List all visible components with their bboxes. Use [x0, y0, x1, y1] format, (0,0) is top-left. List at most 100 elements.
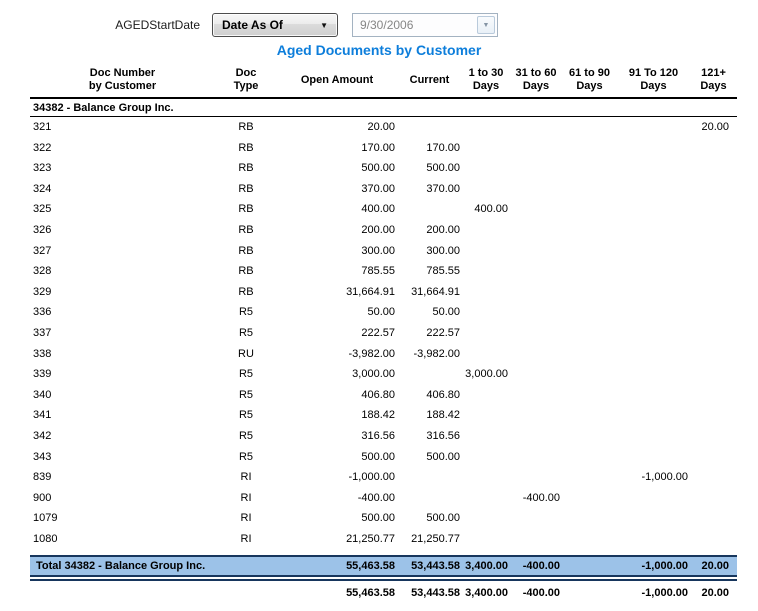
cell-1-to-30-days	[462, 302, 510, 323]
cell-open-amount: 222.57	[361, 326, 395, 339]
cell-doc-number: 839	[33, 471, 52, 484]
cell-61-to-90-days	[562, 508, 617, 529]
cell-1-to-30-days	[462, 447, 510, 468]
column-header-open-amount: Open Amount	[300, 73, 374, 86]
cell-doc-type: RB	[238, 285, 254, 298]
cell-1-to-30-days: 3,000.00	[465, 368, 508, 381]
cell-doc-type: RB	[238, 203, 254, 216]
cell-1-to-30-days	[462, 467, 510, 488]
cell-doc-type: RI	[240, 471, 252, 484]
date-operator-select[interactable]: Date As Of ▼	[212, 13, 338, 37]
cell-open-amount: -1,000.00	[348, 471, 395, 484]
cell-61-to-90-days	[562, 488, 617, 509]
cell-121-plus-days	[690, 344, 737, 365]
cell-current	[397, 467, 462, 488]
grand-total-1-to-30-days: 3,400.00	[465, 587, 508, 600]
total-1-to-30-days: 3,400.00	[465, 560, 508, 573]
cell-31-to-60-days	[510, 467, 562, 488]
cell-31-to-60-days	[510, 158, 562, 179]
group-header: 34382 - Balance Group Inc.	[30, 99, 737, 117]
cell-doc-type: R5	[238, 306, 254, 319]
cell-91-to-120-days	[617, 220, 690, 241]
cell-doc-number: 327	[33, 244, 52, 257]
date-picker-button[interactable]: ▼	[477, 16, 495, 34]
grand-total-121-plus-days: 20.00	[701, 587, 729, 600]
date-operator-value: Date As Of	[222, 18, 283, 32]
cell-91-to-120-days	[617, 117, 690, 138]
cell-current: 170.00	[426, 141, 460, 154]
column-header-current: Current	[409, 73, 450, 86]
cell-1-to-30-days	[462, 344, 510, 365]
cell-61-to-90-days	[562, 426, 617, 447]
table-row: 339 R5 3,000.00 3,000.00	[30, 364, 737, 385]
cell-1-to-30-days	[462, 241, 510, 262]
cell-current: 500.00	[426, 512, 460, 525]
cell-current: 31,664.91	[411, 285, 460, 298]
table-row: 321 RB 20.00 20.00	[30, 117, 737, 138]
cell-61-to-90-days	[562, 117, 617, 138]
cell-121-plus-days	[690, 385, 737, 406]
cell-doc-type: RB	[238, 182, 254, 195]
table-row: 325 RB 400.00 400.00	[30, 199, 737, 220]
cell-doc-number: 329	[33, 285, 52, 298]
report-title: Aged Documents by Customer	[276, 42, 482, 58]
cell-31-to-60-days	[510, 323, 562, 344]
cell-current: 222.57	[426, 326, 460, 339]
table-row: 328 RB 785.55 785.55	[30, 261, 737, 282]
cell-doc-type: R5	[238, 388, 254, 401]
cell-61-to-90-days	[562, 467, 617, 488]
cell-31-to-60-days	[510, 261, 562, 282]
cell-1-to-30-days	[462, 282, 510, 303]
cell-current: 21,250.77	[411, 532, 460, 545]
cell-doc-number: 340	[33, 388, 52, 401]
cell-1-to-30-days	[462, 508, 510, 529]
cell-61-to-90-days	[562, 282, 617, 303]
grand-total-current: 53,443.58	[411, 587, 460, 600]
cell-open-amount: 200.00	[361, 223, 395, 236]
total-31-to-60-days: -400.00	[522, 560, 560, 573]
cell-current: 188.42	[426, 409, 460, 422]
cell-61-to-90-days	[562, 302, 617, 323]
table-row: 336 R5 50.00 50.00	[30, 302, 737, 323]
total-label: Total 34382 - Balance Group Inc.	[36, 560, 206, 573]
cell-doc-type: R5	[238, 450, 254, 463]
cell-91-to-120-days	[617, 241, 690, 262]
cell-open-amount: 500.00	[361, 162, 395, 175]
grand-total-doc-type	[215, 582, 277, 604]
cell-91-to-120-days	[617, 179, 690, 200]
cell-current	[397, 488, 462, 509]
cell-31-to-60-days	[510, 179, 562, 200]
cell-1-to-30-days: 400.00	[474, 203, 508, 216]
cell-31-to-60-days	[510, 447, 562, 468]
cell-31-to-60-days	[510, 385, 562, 406]
cell-current: 370.00	[426, 182, 460, 195]
cell-current	[397, 364, 462, 385]
cell-open-amount: 370.00	[361, 182, 395, 195]
cell-121-plus-days	[690, 364, 737, 385]
cell-open-amount: 21,250.77	[346, 532, 395, 545]
cell-91-to-120-days	[617, 488, 690, 509]
table-row: 1080 RI 21,250.77 21,250.77	[30, 529, 737, 550]
cell-121-plus-days	[690, 261, 737, 282]
chevron-down-icon: ▼	[320, 20, 328, 30]
column-header-doc-number: Doc Number by Customer	[88, 67, 157, 92]
cell-31-to-60-days	[510, 220, 562, 241]
cell-current: -3,982.00	[413, 347, 460, 360]
cell-doc-type: RB	[238, 162, 254, 175]
table-row: 337 R5 222.57 222.57	[30, 323, 737, 344]
cell-doc-number: 336	[33, 306, 52, 319]
cell-1-to-30-days	[462, 117, 510, 138]
cell-31-to-60-days	[510, 405, 562, 426]
date-input[interactable]: 9/30/2006 ▼	[352, 13, 498, 37]
cell-open-amount: -3,982.00	[348, 347, 395, 360]
cell-doc-number: 341	[33, 409, 52, 422]
grand-total-open-amount: 55,463.58	[346, 587, 395, 600]
cell-121-plus-days	[690, 220, 737, 241]
cell-doc-number: 337	[33, 326, 52, 339]
cell-121-plus-days	[690, 241, 737, 262]
cell-121-plus-days	[690, 529, 737, 550]
cell-121-plus-days	[690, 508, 737, 529]
cell-doc-type: RB	[238, 141, 254, 154]
cell-91-to-120-days	[617, 508, 690, 529]
cell-121-plus-days: 20.00	[701, 121, 729, 133]
